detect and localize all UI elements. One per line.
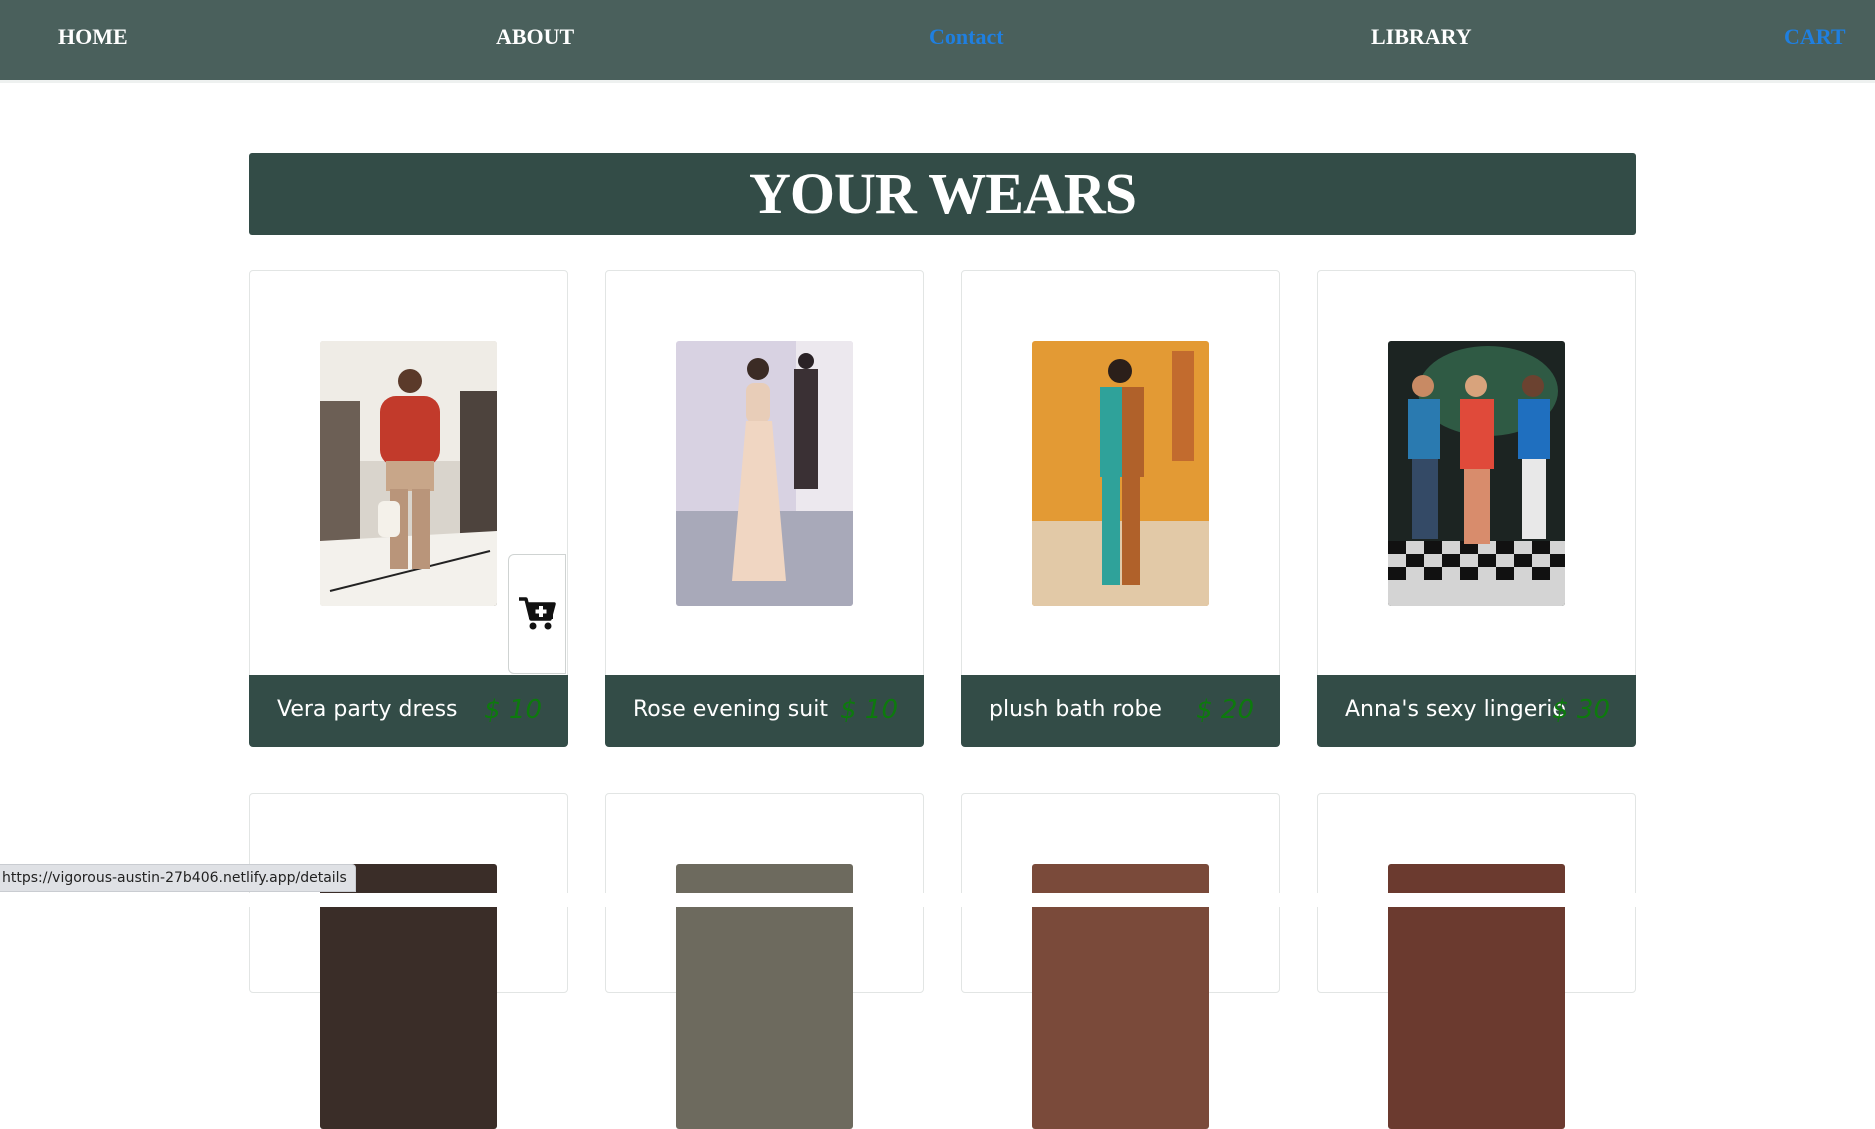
product-card[interactable]: Anna's sexy lingerie $ 30 (1317, 270, 1636, 747)
status-url: https://vigorous-austin-27b406.netlify.a… (2, 870, 347, 886)
product-card[interactable]: Rose evening suit $ 10 (605, 270, 924, 747)
top-nav: HOME ABOUT Contact LIBRARY CART (0, 0, 1875, 80)
cart-plus-icon (519, 597, 556, 630)
product-footer: Rose evening suit $ 10 (605, 675, 924, 747)
nav-contact-link[interactable]: Contact (929, 24, 1004, 50)
product-footer: plush bath robe $ 20 (961, 675, 1280, 747)
product-image[interactable] (676, 341, 853, 606)
product-name: Rose evening suit (633, 697, 828, 722)
nav-home-link[interactable]: HOME (58, 24, 128, 50)
product-price: $ 10 (484, 695, 542, 725)
product-name: plush bath robe (989, 697, 1162, 722)
page-title: YOUR WEARS (749, 161, 1137, 226)
nav-about-link[interactable]: ABOUT (496, 24, 574, 50)
product-card[interactable]: plush bath robe $ 20 (961, 270, 1280, 747)
product-name: Vera party dress (277, 697, 458, 722)
product-footer: Anna's sexy lingerie $ 30 (1317, 675, 1636, 747)
product-price: $ 30 (1552, 695, 1610, 725)
product-price: $ 20 (1196, 695, 1254, 725)
product-price: $ 10 (840, 695, 898, 725)
nav-cart-link[interactable]: CART (1784, 24, 1846, 50)
add-to-cart-button[interactable] (508, 554, 566, 674)
nav-divider (0, 80, 1875, 83)
product-card[interactable]: Vera party dress $ 10 (249, 270, 568, 747)
nav-library-link[interactable]: LIBRARY (1371, 24, 1472, 50)
product-image[interactable] (1032, 341, 1209, 606)
viewport-bottom (0, 893, 1875, 907)
section-banner: YOUR WEARS (249, 153, 1636, 235)
product-image[interactable] (1388, 341, 1565, 606)
link-status-bar: https://vigorous-austin-27b406.netlify.a… (0, 864, 356, 892)
product-footer: Vera party dress $ 10 (249, 675, 568, 747)
product-name: Anna's sexy lingerie (1345, 697, 1566, 722)
product-image[interactable] (320, 341, 497, 606)
